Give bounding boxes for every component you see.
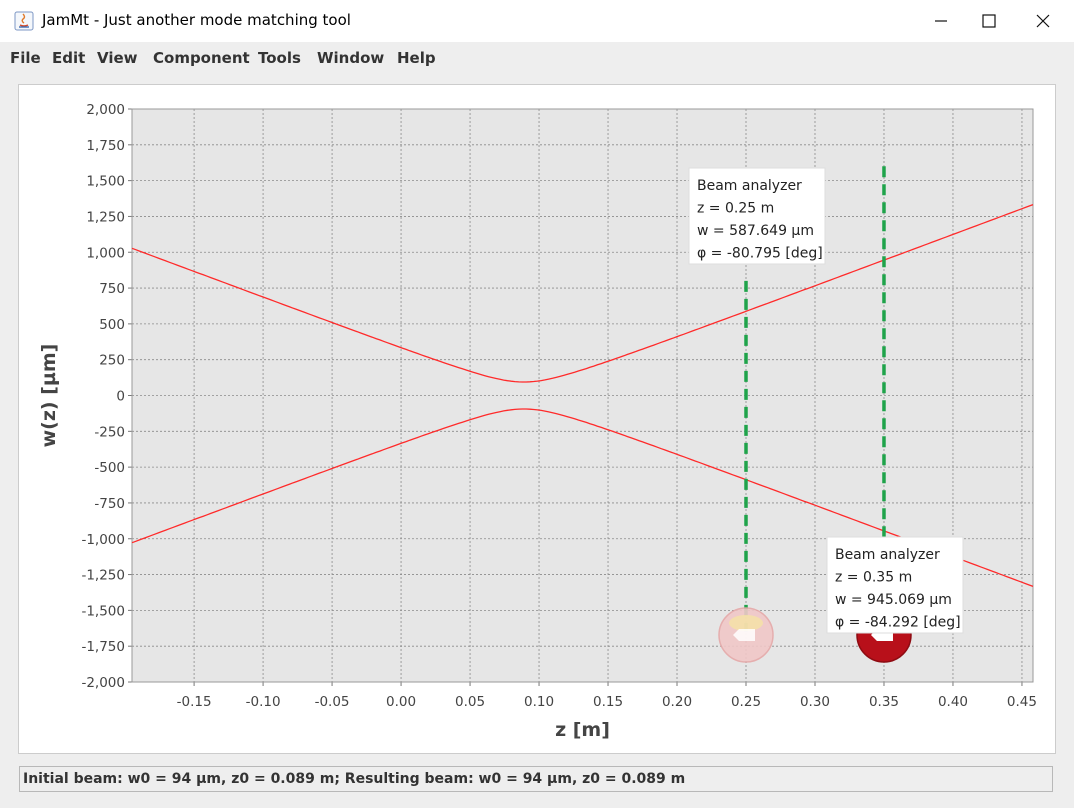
x-tick-label: 0.25 — [731, 694, 761, 710]
y-tick-label: -500 — [94, 460, 125, 476]
x-tick-label: 0.30 — [800, 694, 830, 710]
y-axis-label: w(z) [µm] — [38, 344, 60, 448]
beam-profile-chart[interactable]: -0.15 -0.10 -0.05 0.00 0.05 0.10 0.15 0.20 0.25 0… — [19, 85, 1055, 753]
y-tick-label: -750 — [94, 496, 125, 512]
y-tick-label: 1,750 — [86, 138, 125, 154]
y-tick-label: -1,250 — [81, 568, 125, 584]
annotation-line: Beam analyzer — [697, 178, 802, 194]
minimize-button[interactable] — [914, 0, 968, 42]
maximize-button[interactable] — [962, 0, 1016, 42]
analyzer-icon-highlight — [729, 615, 764, 631]
menu-window[interactable]: Window — [317, 49, 384, 67]
x-tick-label: 0.35 — [869, 694, 899, 710]
x-tick-label: 0.40 — [938, 694, 968, 710]
beam-analyzer-icon[interactable] — [718, 607, 774, 663]
y-tick-label: 1,000 — [86, 245, 125, 261]
y-tick-label: 0 — [116, 389, 125, 405]
x-tick-label: 0.05 — [455, 694, 485, 710]
x-tick-label: 0.20 — [662, 694, 692, 710]
x-axis-label: z [m] — [555, 719, 610, 741]
annotation-line: z = 0.35 m — [835, 570, 912, 586]
status-text: Initial beam: w0 = 94 µm, z0 = 0.089 m; … — [23, 771, 686, 787]
annotation-line: w = 945.069 µm — [835, 592, 952, 608]
menu-file[interactable]: File — [10, 49, 41, 67]
beam-analyzer-annotation: Beam analyzer z = 0.35 m w = 945.069 µm φ =… — [826, 536, 964, 634]
menu-bar: File Edit View Component Tools Window He… — [0, 42, 1074, 74]
close-icon — [1036, 14, 1050, 28]
x-tick-label: 0.45 — [1007, 694, 1037, 710]
menu-help[interactable]: Help — [397, 49, 436, 67]
annotation-line: z = 0.25 m — [697, 201, 774, 217]
minimize-icon — [935, 20, 947, 22]
menu-view[interactable]: View — [97, 49, 138, 67]
y-tick-label: 500 — [99, 317, 125, 333]
x-tick-label: -0.05 — [315, 694, 350, 710]
x-tick-label: 0.10 — [524, 694, 554, 710]
y-tick-label: -1,500 — [81, 603, 125, 619]
annotation-line: w = 587.649 µm — [697, 223, 814, 239]
chart-panel[interactable]: -0.15 -0.10 -0.05 0.00 0.05 0.10 0.15 0.20 0.25 0… — [18, 84, 1056, 754]
x-tick-label: 0.15 — [593, 694, 623, 710]
menu-tools[interactable]: Tools — [258, 49, 301, 67]
title-bar[interactable]: JamMt - Just another mode matching tool — [0, 0, 1074, 43]
x-tick-label: -0.15 — [177, 694, 212, 710]
y-tick-label: 250 — [99, 353, 125, 369]
y-tick-label: -2,000 — [81, 675, 125, 691]
menu-component[interactable]: Component — [153, 49, 250, 67]
window-title: JamMt - Just another mode matching tool — [42, 11, 351, 29]
x-tick-label: 0.00 — [386, 694, 416, 710]
status-bar: Initial beam: w0 = 94 µm, z0 = 0.089 m; … — [19, 766, 1053, 792]
y-tick-label: 2,000 — [86, 102, 125, 118]
java-app-icon — [14, 11, 34, 31]
y-tick-label: 1,500 — [86, 174, 125, 190]
beam-analyzer-annotation: Beam analyzer z = 0.25 m w = 587.649 µm φ =… — [688, 167, 826, 265]
annotation-line: φ = -84.292 [deg] — [835, 615, 961, 631]
y-tick-label: 1,250 — [86, 209, 125, 225]
x-tick-label: -0.10 — [246, 694, 281, 710]
close-button[interactable] — [1016, 0, 1070, 42]
y-tick-label: -1,750 — [81, 639, 125, 655]
annotation-line: Beam analyzer — [835, 547, 940, 563]
maximize-icon — [982, 14, 996, 28]
y-tick-label: 750 — [99, 281, 125, 297]
y-tick-label: -1,000 — [81, 532, 125, 548]
annotation-line: φ = -80.795 [deg] — [697, 246, 823, 262]
menu-edit[interactable]: Edit — [52, 49, 85, 67]
y-tick-label: -250 — [94, 424, 125, 440]
